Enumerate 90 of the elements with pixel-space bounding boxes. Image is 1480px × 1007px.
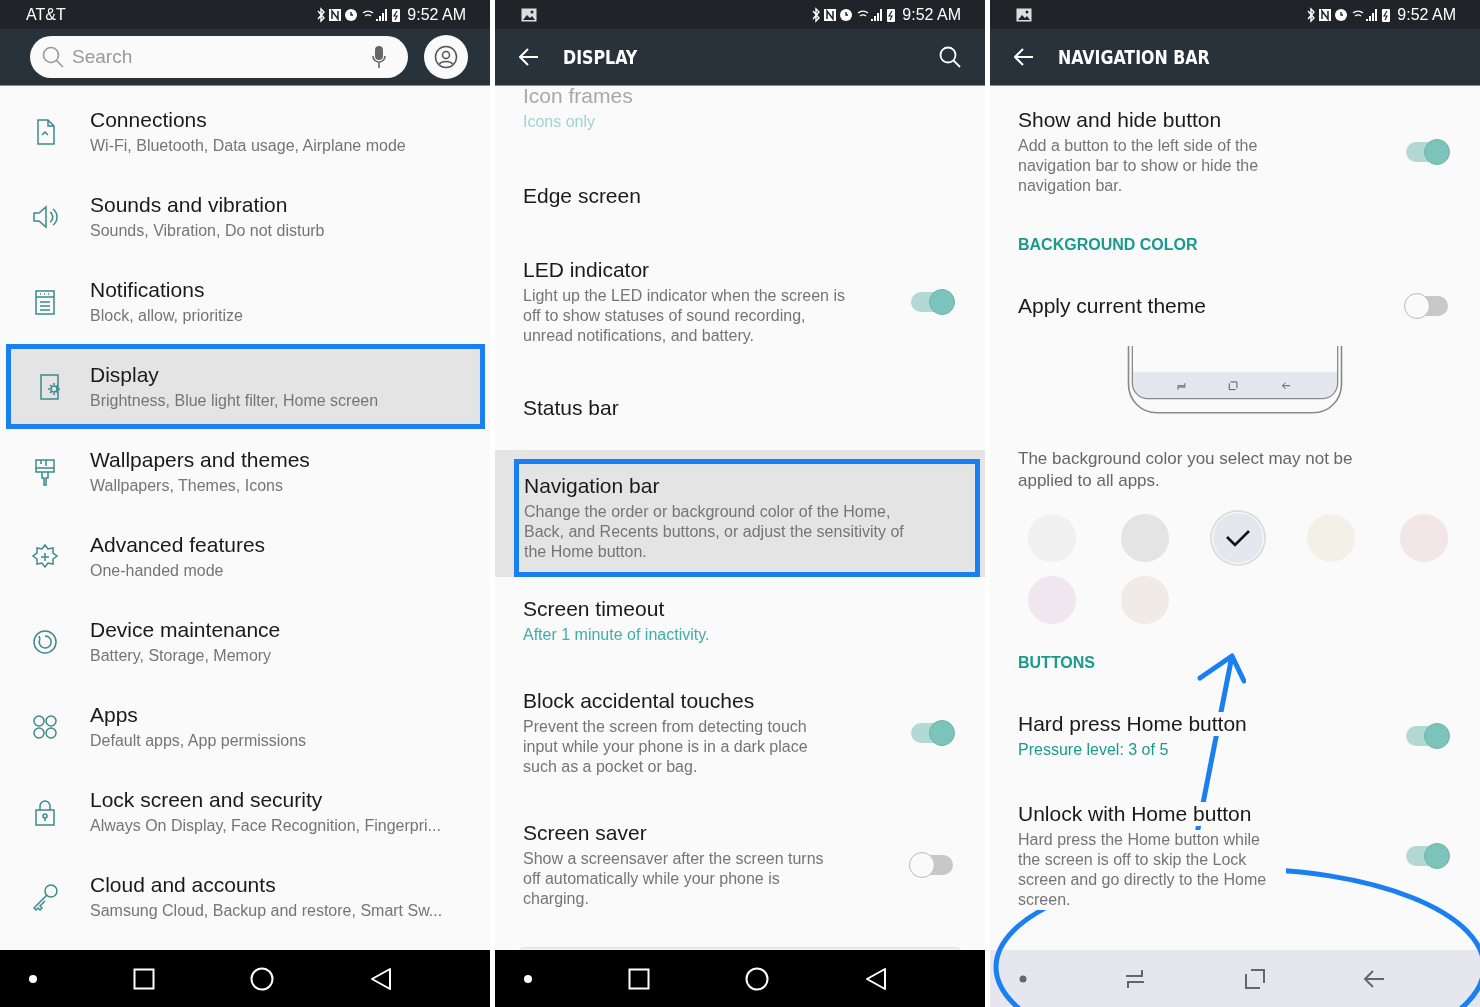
settings-item[interactable]: LED indicator Light up the LED indicator when the screen is off to show statuses of sound recording, unread notifications, and battery. bbox=[495, 238, 985, 370]
settings-item[interactable]: Screen saver Show a screensaver after the screen turns off automatically while your phone is charging. bbox=[495, 801, 985, 933]
settings-item[interactable]: Cloud and accounts Samsung Cloud, Backup and restore, Smart Sw... bbox=[0, 854, 490, 939]
item-subtitle: Block, allow, prioritize bbox=[90, 305, 243, 326]
item-subtitle: One-handed mode bbox=[90, 560, 225, 581]
item-title: Sounds and vibration bbox=[90, 192, 289, 217]
dot-icon[interactable] bbox=[524, 974, 532, 983]
settings-item[interactable]: Connections Wi-Fi, Bluetooth, Data usage, Airplane mode bbox=[0, 89, 490, 174]
item-title: Icon frames bbox=[523, 86, 633, 108]
back-arrow-icon[interactable] bbox=[1014, 48, 1034, 66]
item-title: Hard press Home button bbox=[1018, 712, 1247, 736]
item-description: Change the order or background color of the Home, Back, and Recents buttons, or adjust the sensitivity of the Home button. bbox=[524, 502, 905, 562]
item-summary: After 1 minute of inactivity. bbox=[523, 625, 710, 645]
toggle-switch[interactable] bbox=[911, 723, 953, 743]
toggle-switch[interactable] bbox=[1406, 142, 1448, 162]
profile-button[interactable] bbox=[424, 35, 468, 79]
settings-item[interactable]: Status bar bbox=[495, 370, 985, 450]
dot-icon[interactable] bbox=[29, 974, 37, 983]
item-description: Light up the LED indicator when the screen is off to show statuses of sound recording, unread notifications, and battery. bbox=[523, 286, 845, 346]
dot-icon[interactable] bbox=[1019, 974, 1027, 983]
item-title: Cloud and accounts bbox=[90, 872, 277, 897]
settings-item[interactable]: Apps Default apps, App permissions bbox=[0, 684, 490, 769]
item-title: Device maintenance bbox=[90, 617, 281, 642]
item-description: Prevent the screen from detecting touch input while your phone is in a dark place such as a pocket or bag. bbox=[523, 717, 809, 777]
item-subtitle: Always On Display, Face Recognition, Fingerpri... bbox=[90, 815, 441, 836]
item-title: Apps bbox=[90, 702, 139, 727]
note-text: The background color you select may not be applied to all apps. bbox=[1018, 448, 1354, 492]
item-title: Status bar bbox=[523, 396, 619, 420]
settings-item[interactable]: Lock screen and security Always On Display, Face Recognition, Fingerpri... bbox=[0, 769, 490, 854]
microphone-icon[interactable] bbox=[372, 45, 386, 69]
person-icon bbox=[434, 45, 458, 69]
item-title: Display bbox=[90, 362, 160, 387]
check-icon bbox=[1225, 528, 1251, 548]
item-title: Advanced features bbox=[90, 532, 266, 557]
item-title: Navigation bar bbox=[524, 474, 661, 498]
toggle-switch[interactable] bbox=[911, 292, 953, 312]
key-icon bbox=[30, 881, 60, 912]
settings-item[interactable]: Unlock with Home button Hard press the Home button while the screen is off to skip the Lock screen and go directly to the Home screen. bbox=[1018, 800, 1448, 912]
settings-item[interactable]: Show and hide button Add a button to the left side of the navigation bar to show or hide the navigation bar. bbox=[1018, 106, 1448, 198]
item-subtitle: Sounds, Vibration, Do not disturb bbox=[90, 220, 325, 241]
settings-item[interactable]: Display Brightness, Blue light filter, Home screen bbox=[6, 344, 485, 429]
settings-item[interactable]: Navigation bar Change the order or background color of the Home, Back, and Recents buttons, or adjust the sensitivity of the Home button. bbox=[514, 459, 980, 577]
settings-item[interactable]: Device maintenance Battery, Storage, Memory bbox=[0, 599, 490, 684]
search-icon bbox=[42, 46, 64, 68]
clock-time: 9:52 AM bbox=[407, 5, 466, 24]
item-title: LED indicator bbox=[523, 258, 651, 282]
clock-time: 9:52 AM bbox=[902, 5, 961, 24]
item-subtitle: Wallpapers, Themes, Icons bbox=[90, 475, 284, 496]
item-subtitle: Default apps, App permissions bbox=[90, 730, 307, 751]
settings-item[interactable]: Edge screen bbox=[495, 158, 985, 238]
item-title: Lock screen and security bbox=[90, 787, 324, 812]
settings-item[interactable]: Notifications Block, allow, prioritize bbox=[0, 259, 490, 344]
toggle-switch[interactable] bbox=[1406, 726, 1448, 746]
search-bar[interactable]: Search bbox=[30, 36, 408, 78]
screen-title: NAVIGATION BAR bbox=[1058, 45, 1211, 69]
item-title: Edge screen bbox=[523, 184, 641, 208]
settings-item[interactable]: Screen timeout After 1 minute of inactivity. bbox=[495, 577, 985, 669]
settings-item[interactable]: Apply current theme bbox=[1018, 292, 1448, 320]
item-title: Block accidental touches bbox=[523, 689, 756, 713]
item-subtitle: Battery, Storage, Memory bbox=[90, 645, 273, 666]
carrier-name: AT&T bbox=[26, 5, 66, 24]
toggle-switch[interactable] bbox=[1406, 846, 1448, 866]
clock-time: 9:52 AM bbox=[1397, 5, 1456, 24]
settings-item[interactable]: Advanced features One-handed mode bbox=[0, 514, 490, 599]
section-header: BUTTONS bbox=[1018, 654, 1097, 672]
item-title: Connections bbox=[90, 107, 208, 132]
settings-item[interactable]: Sounds and vibration Sounds, Vibration, Do not disturb bbox=[0, 174, 490, 259]
item-title: Wallpapers and themes bbox=[90, 447, 310, 472]
item-subtitle: Samsung Cloud, Backup and restore, Smart Sw... bbox=[90, 900, 443, 921]
item-title: Screen timeout bbox=[523, 597, 666, 621]
item-title: Notifications bbox=[90, 277, 206, 302]
settings-item[interactable]: Hard press Home button Pressure level: 3 of 5 bbox=[1018, 710, 1448, 762]
settings-item[interactable]: Block accidental touches Prevent the screen from detecting touch input while your phone is in a dark place such as a pocket or bag. bbox=[495, 669, 985, 801]
toggle-switch[interactable] bbox=[911, 855, 953, 875]
settings-item[interactable]: Wallpapers and themes Wallpapers, Themes, Icons bbox=[0, 429, 490, 514]
color-swatch[interactable] bbox=[1212, 512, 1264, 564]
item-title: Screen saver bbox=[523, 821, 648, 845]
section-header: BACKGROUND COLOR bbox=[1018, 236, 1199, 254]
search-icon[interactable] bbox=[939, 46, 961, 68]
item-summary: Icons only bbox=[523, 112, 597, 132]
image-icon bbox=[1016, 7, 1032, 22]
item-subtitle: Brightness, Blue light filter, Home screen bbox=[90, 390, 379, 411]
item-description: Hard press the Home button while the screen is off to skip the Lock screen and go directly to the Home screen. bbox=[1018, 830, 1286, 910]
back-arrow-icon[interactable] bbox=[519, 48, 539, 66]
screen-title: DISPLAY bbox=[563, 45, 639, 69]
item-description: Show a screensaver after the screen turns off automatically while your phone is charging. bbox=[523, 849, 825, 909]
image-icon bbox=[521, 7, 537, 22]
toggle-switch[interactable] bbox=[1406, 296, 1448, 316]
item-subtitle: Wi-Fi, Bluetooth, Data usage, Airplane mode bbox=[90, 135, 406, 156]
item-title: Unlock with Home button bbox=[1018, 802, 1252, 826]
